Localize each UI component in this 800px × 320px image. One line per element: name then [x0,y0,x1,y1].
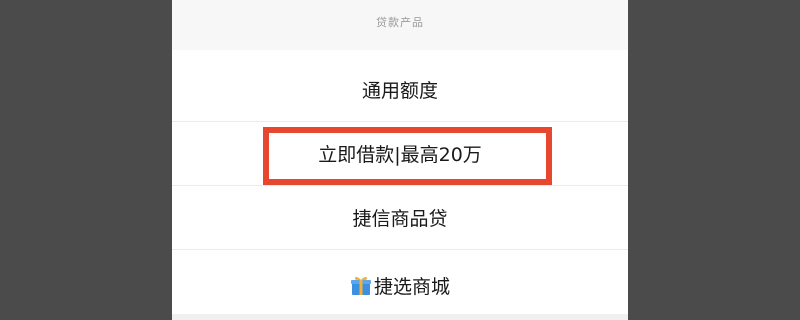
sheet-title: 贷款产品 [376,16,424,29]
menu-item-mall[interactable]: 捷选商城 [172,250,628,320]
menu-item-label: 捷信商品贷 [352,208,448,230]
highlight-annotation-box [263,127,552,185]
gift-icon [350,274,372,296]
menu-item-goods-loan[interactable]: 捷信商品贷 [172,186,628,250]
menu-item-label: 通用额度 [361,80,438,102]
menu-item-general-credit[interactable]: 通用额度 [172,58,628,122]
sheet-header: 贷款产品 [172,0,628,50]
menu-item-label: 捷选商城 [373,275,450,298]
sheet-bottom-divider [172,314,628,320]
